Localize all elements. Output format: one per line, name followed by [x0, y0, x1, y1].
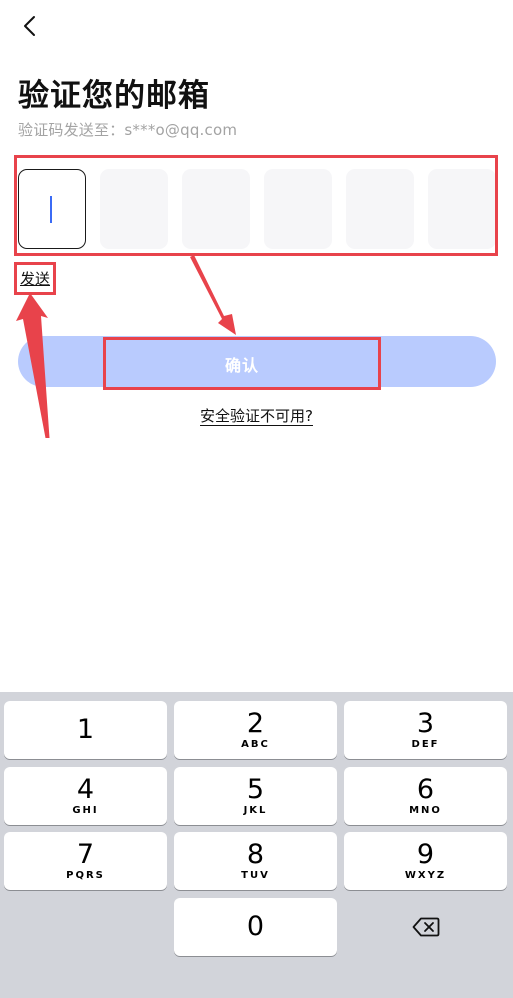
code-digit-box-2[interactable]	[100, 169, 168, 249]
numeric-keypad: 1 2 ABC 3 DEF 4 GHI 5 JKL 6 MNO 7 PQRS 8…	[0, 692, 513, 998]
code-digit-box-5[interactable]	[346, 169, 414, 249]
key-1[interactable]: 1	[4, 701, 167, 759]
confirm-button[interactable]	[18, 336, 496, 387]
code-digit-box-4[interactable]	[264, 169, 332, 249]
send-code-link[interactable]: 发送	[14, 262, 56, 295]
key-7[interactable]: 7 PQRS	[4, 832, 167, 890]
verification-code-input[interactable]	[14, 155, 498, 256]
backspace-icon	[412, 917, 439, 937]
key-3[interactable]: 3 DEF	[344, 701, 507, 759]
back-button[interactable]	[14, 10, 46, 42]
key-5[interactable]: 5 JKL	[174, 767, 337, 825]
annotation-arrow-to-confirm	[190, 255, 236, 335]
delete-key[interactable]	[344, 898, 507, 956]
key-9[interactable]: 9 WXYZ	[344, 832, 507, 890]
chevron-left-icon	[24, 16, 35, 36]
code-digit-box-3[interactable]	[182, 169, 250, 249]
key-4[interactable]: 4 GHI	[4, 767, 167, 825]
code-digit-box-1[interactable]	[18, 169, 86, 249]
security-verification-unavailable-link[interactable]: 安全验证不可用?	[0, 405, 513, 426]
code-digit-box-6[interactable]	[428, 169, 495, 249]
text-caret	[50, 196, 52, 223]
verify-email-screen: 验证您的邮箱 验证码发送至：s***o@qq.com 发送 确认 安全验证不可用…	[0, 0, 513, 998]
key-0[interactable]: 0	[174, 898, 337, 956]
unavailable-link-label: 安全验证不可用?	[200, 407, 313, 425]
key-2[interactable]: 2 ABC	[174, 701, 337, 759]
key-8[interactable]: 8 TUV	[174, 832, 337, 890]
page-title: 验证您的邮箱	[18, 78, 210, 114]
sent-to-subtitle: 验证码发送至：s***o@qq.com	[18, 121, 238, 139]
key-6[interactable]: 6 MNO	[344, 767, 507, 825]
